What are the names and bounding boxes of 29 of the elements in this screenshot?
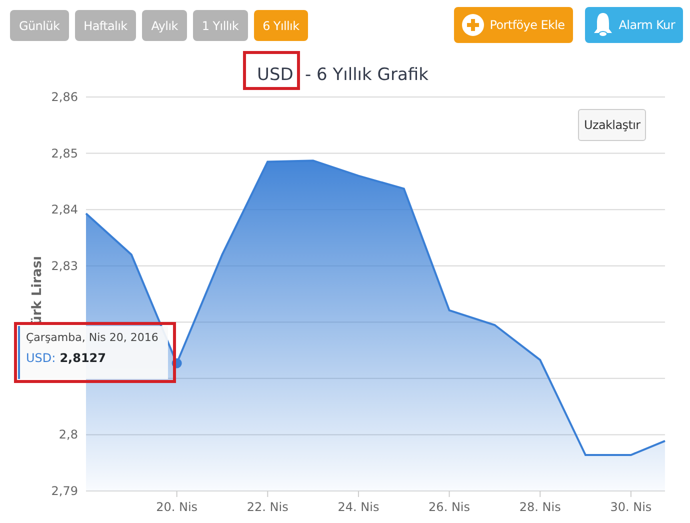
range-tab[interactable]: 6 Yıllık [254, 10, 308, 41]
range-tab[interactable]: Haftalık [74, 10, 136, 41]
x-tick-label: 20. Nis [156, 500, 198, 514]
data-point [172, 358, 182, 368]
tooltip-date: Çarşamba, Nis 20, 2016 [26, 330, 160, 346]
range-tab[interactable]: Günlük [10, 10, 69, 41]
x-tick-label: 22. Nis [246, 500, 288, 514]
chart-title: - 6 Yıllık Grafik [305, 65, 428, 85]
y-tick-label: 2,85 [51, 146, 78, 160]
range-tab[interactable]: Aylık [142, 10, 187, 41]
y-tick-label: 2,84 [51, 202, 78, 217]
tooltip-series-label: USD [26, 350, 52, 364]
bell-icon [592, 12, 613, 38]
plus-circle-icon [462, 14, 484, 36]
zoom-out-button[interactable]: Uzaklaştır [578, 109, 646, 141]
chart-title-currency: USD [257, 65, 294, 85]
alarm-button[interactable]: Alarm Kur [584, 7, 683, 43]
y-tick-label: 2,79 [51, 484, 78, 498]
x-tick-label: 26. Nis [428, 500, 470, 514]
y-tick-label: 2,83 [51, 258, 78, 273]
x-tick-label: 30. Nis [610, 500, 652, 514]
add-portfolio-button[interactable]: Portföye Ekle [454, 7, 573, 43]
tooltip-separator: : [52, 350, 56, 364]
tooltip-value: 2,8127 [60, 350, 106, 364]
x-tick-label: 24. Nis [338, 500, 380, 514]
range-tab[interactable]: 1 Yıllık [192, 10, 248, 41]
y-tick-label: 2,8 [58, 428, 78, 442]
y-tick-label: 2,86 [51, 90, 78, 104]
x-tick-label: 28. Nis [519, 500, 561, 514]
